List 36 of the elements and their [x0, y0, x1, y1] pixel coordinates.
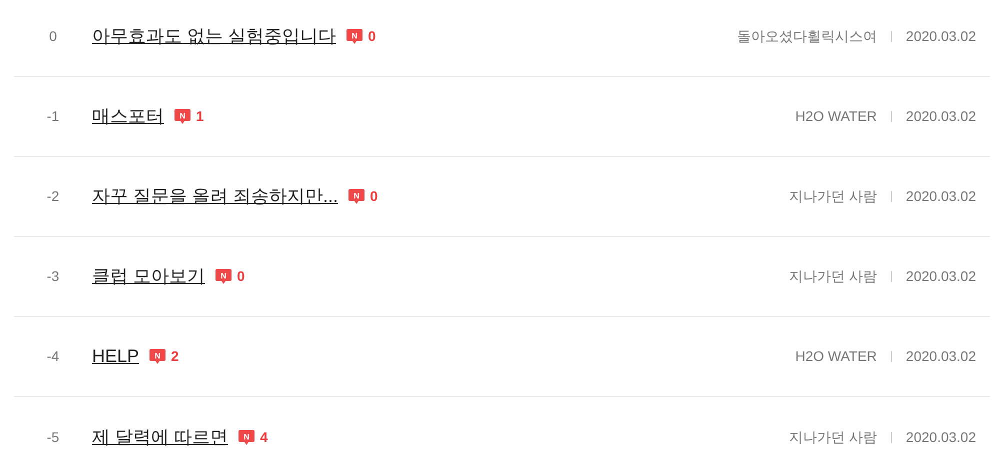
comment-count: 0: [237, 267, 245, 286]
post-number: -3: [46, 267, 60, 286]
new-comment-icon: N: [238, 428, 256, 446]
post-number: 0: [48, 27, 58, 46]
post-number: -4: [46, 347, 60, 366]
post-date: 2020.03.02: [906, 428, 976, 446]
new-comment-icon: N: [149, 348, 166, 365]
post-title[interactable]: 자꾸 질문을 올려 죄송하지만...: [92, 183, 338, 210]
comment-count: 1: [196, 107, 204, 126]
comment-count: 2: [171, 347, 179, 366]
post-title[interactable]: 제 달력에 따르면: [92, 424, 228, 450]
new-comment-icon: N: [215, 268, 232, 285]
post-number: -2: [46, 187, 60, 206]
post-title[interactable]: 클럽 모아보기: [92, 263, 206, 290]
post-number: -1: [46, 107, 60, 126]
post-title[interactable]: 아무효과도 없는 실험중입니다: [92, 23, 336, 50]
post-author: H2O WATER: [795, 107, 877, 126]
new-comment-icon: N: [348, 188, 366, 205]
comment-count: 0: [368, 27, 376, 46]
post-date: 2020.03.02: [906, 107, 976, 126]
post-author: 지나가던 사람: [789, 428, 877, 446]
post-title[interactable]: HELP: [92, 343, 140, 370]
comment-count: 4: [260, 428, 268, 446]
new-comment-icon: N: [174, 108, 191, 125]
post-date: 2020.03.02: [906, 347, 976, 366]
post-date: 2020.03.02: [906, 267, 976, 286]
post-date: 2020.03.02: [906, 27, 976, 46]
post-author: 지나가던 사람: [789, 267, 877, 286]
post-author: H2O WATER: [795, 347, 877, 366]
new-comment-icon: N: [346, 28, 364, 45]
post-title[interactable]: 매스포터: [92, 103, 164, 130]
comment-count: 0: [370, 187, 378, 206]
post-number: -5: [46, 428, 60, 446]
post-author: 지나가던 사람: [789, 187, 877, 206]
post-date: 2020.03.02: [906, 187, 976, 206]
post-author: 돌아오셨다휠릭시스여: [736, 27, 877, 46]
